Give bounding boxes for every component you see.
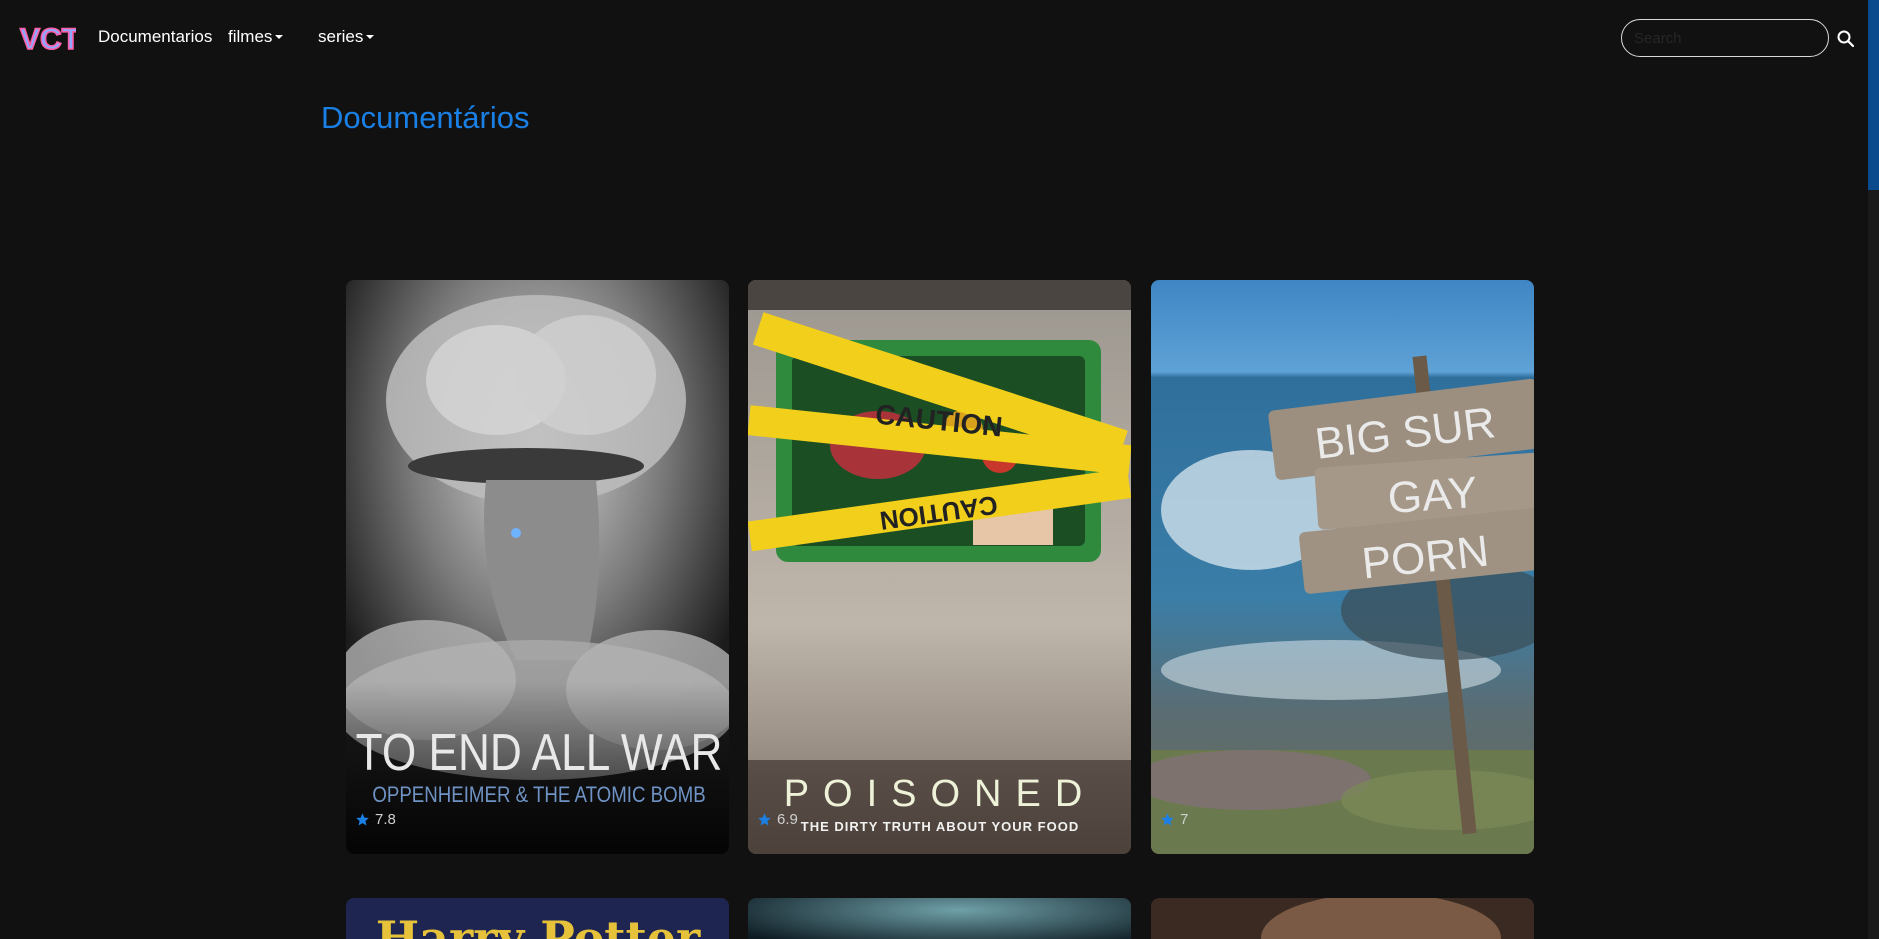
rating-value: 6.9 [777, 811, 798, 828]
poster-title: TO END ALL WAR OPPENHEIMER & THE ATOMIC … [356, 724, 723, 808]
page: VCT Documentarios filmes series Document… [0, 0, 1879, 939]
rating-value: 7 [1180, 811, 1189, 828]
rating: 6.9 [757, 811, 798, 828]
page-title: Documentários [321, 100, 530, 135]
svg-text:Harry Potter: Harry Potter [376, 911, 701, 939]
star-icon [356, 813, 369, 826]
movie-card[interactable] [1151, 898, 1534, 939]
movie-card[interactable] [748, 898, 1131, 939]
poster-image: BIG SUR GAY PORN [1151, 280, 1534, 854]
svg-text:OPPENHEIMER & THE ATOMIC BOMB: OPPENHEIMER & THE ATOMIC BOMB [372, 784, 705, 808]
poster-image [1151, 898, 1534, 939]
page-scrollbar[interactable] [1868, 0, 1879, 939]
search-icon[interactable] [1836, 29, 1856, 49]
svg-text:POISONED: POISONED [784, 773, 1097, 815]
navbar: VCT Documentarios filmes series [0, 0, 1868, 76]
svg-text:TO END ALL WAR: TO END ALL WAR [356, 724, 723, 782]
rating-value: 7.8 [375, 811, 396, 828]
site-logo[interactable]: VCT [18, 19, 76, 57]
scrollbar-thumb[interactable] [1868, 0, 1879, 190]
movie-card[interactable]: CAUTION CAUTION POISONED THE DIRTY TRUTH… [748, 280, 1131, 854]
poster-image: Harry Potter [346, 898, 729, 939]
poster-image [748, 898, 1131, 939]
rating: 7.8 [355, 811, 396, 828]
caret-down-icon [366, 34, 375, 39]
movie-card[interactable]: Harry Potter [346, 898, 729, 939]
star-icon [758, 813, 771, 826]
nav-dropdown-series-label: series [318, 27, 364, 46]
search-input[interactable] [1621, 19, 1829, 57]
rating: 7 [1160, 811, 1188, 828]
svg-text:THE DIRTY TRUTH ABOUT YOUR FOO: THE DIRTY TRUTH ABOUT YOUR FOOD [801, 819, 1079, 834]
nav-dropdown-filmes[interactable]: filmes [228, 27, 284, 47]
nav-dropdown-series[interactable]: series [318, 27, 375, 47]
caret-down-icon [275, 34, 284, 39]
star-icon [1161, 813, 1174, 826]
movie-card[interactable]: TO END ALL WAR OPPENHEIMER & THE ATOMIC … [346, 280, 729, 854]
svg-text:VCT: VCT [20, 23, 76, 56]
movie-card[interactable]: BIG SUR GAY PORN 7 [1151, 280, 1534, 854]
svg-text:GAY: GAY [1386, 468, 1479, 523]
nav-dropdown-filmes-label: filmes [228, 27, 273, 46]
nav-link-documentarios[interactable]: Documentarios [98, 27, 212, 47]
poster-title: POISONED THE DIRTY TRUTH ABOUT YOUR FOOD [784, 773, 1097, 834]
